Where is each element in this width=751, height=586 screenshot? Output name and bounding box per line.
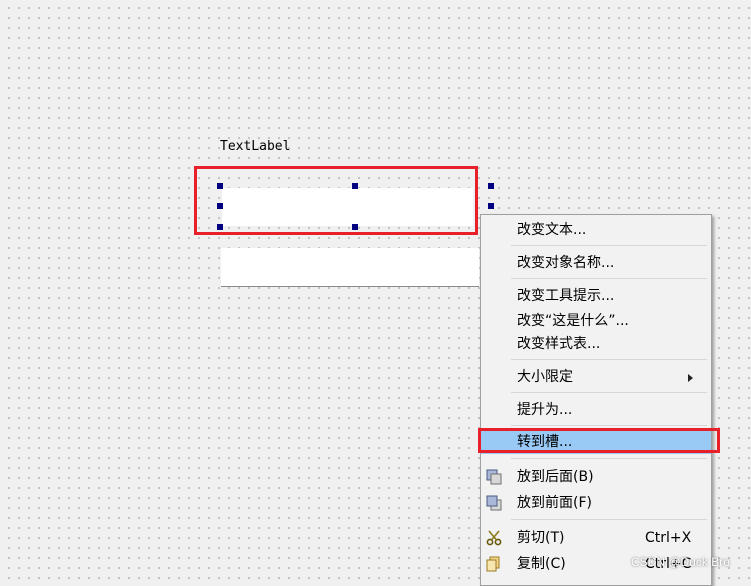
menu-separator — [511, 278, 707, 279]
send-to-back-icon — [486, 469, 502, 485]
menu-item-label: 复制(C) — [517, 556, 566, 572]
menu-item-bring-to-front[interactable]: 放到前面(F) — [481, 491, 711, 515]
menu-item-send-to-back[interactable]: 放到后面(B) — [481, 465, 711, 489]
menu-item-change-text[interactable]: 改变文本... — [481, 218, 711, 242]
menu-separator — [511, 425, 707, 426]
annotation-box-selected-widget — [194, 166, 478, 235]
context-menu: 改变文本... 改变对象名称... 改变工具提示... 改变“这是什么”... … — [480, 214, 712, 586]
bring-to-front-icon — [486, 495, 502, 511]
scissors-icon — [486, 530, 502, 546]
menu-separator — [511, 458, 707, 459]
menu-item-size-constraints[interactable]: 大小限定 — [481, 365, 711, 389]
menu-separator — [511, 359, 707, 360]
menu-item-change-tooltip[interactable]: 改变工具提示... — [481, 284, 711, 308]
menu-separator — [511, 519, 707, 520]
line-edit-2[interactable] — [221, 248, 479, 287]
menu-item-change-object-name[interactable]: 改变对象名称... — [481, 251, 711, 275]
menu-item-change-whats-this[interactable]: 改变“这是什么”... — [481, 309, 711, 333]
menu-separator — [511, 245, 707, 246]
menu-item-label: 放到前面(F) — [517, 495, 592, 511]
menu-item-label: 改变“这是什么”... — [517, 313, 629, 329]
copy-icon — [486, 556, 500, 572]
menu-item-label: 改变工具提示... — [517, 288, 615, 304]
menu-item-promote-to[interactable]: 提升为... — [481, 398, 711, 422]
menu-item-label: 改变样式表... — [517, 336, 601, 352]
selection-handle[interactable] — [488, 183, 494, 189]
menu-item-label: 剪切(T) — [517, 530, 565, 546]
menu-item-cut[interactable]: 剪切(T) Ctrl+X — [481, 526, 711, 550]
menu-item-label: 大小限定 — [517, 369, 573, 385]
menu-item-label: 改变对象名称... — [517, 255, 615, 271]
menu-separator — [511, 392, 707, 393]
menu-item-shortcut: Ctrl+X — [645, 530, 692, 546]
menu-item-label: 提升为... — [517, 402, 573, 418]
selection-handle[interactable] — [488, 203, 494, 209]
menu-item-label: 改变文本... — [517, 222, 587, 238]
text-label[interactable]: TextLabel — [220, 139, 290, 154]
annotation-box-go-to-slot — [478, 428, 720, 453]
menu-item-label: 放到后面(B) — [517, 469, 594, 485]
submenu-arrow-icon — [688, 374, 693, 382]
menu-item-change-stylesheet[interactable]: 改变样式表... — [481, 332, 711, 356]
watermark: CSDN @Duck Bro — [631, 555, 730, 569]
